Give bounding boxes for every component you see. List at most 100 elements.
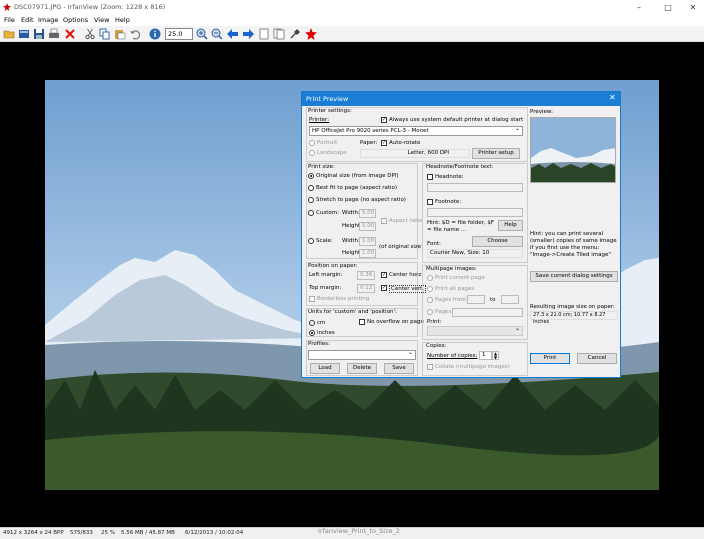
scale-radio[interactable] [308, 238, 314, 244]
scale-height-input[interactable]: 1.00 [359, 249, 376, 258]
toolbar: 25.0 [0, 26, 704, 42]
copy-icon[interactable] [99, 28, 111, 40]
page-icon[interactable] [258, 28, 270, 40]
settings-icon[interactable] [289, 28, 301, 40]
custom-label: Custom: [316, 210, 339, 216]
num-copies-input[interactable]: 1 [479, 351, 492, 360]
scale-width-label: Width: [342, 238, 360, 244]
num-copies-label: Number of copies: [427, 353, 478, 359]
pages-from-radio[interactable] [427, 297, 433, 303]
print-current-page-radio[interactable] [427, 275, 433, 281]
borderless-checkbox[interactable] [309, 296, 315, 302]
zoom-select[interactable]: 25.0 [165, 28, 193, 40]
aspect-ratio-checkbox[interactable]: ✓ [381, 218, 387, 224]
menu-help[interactable]: Help [115, 16, 130, 24]
paste-icon[interactable] [114, 28, 126, 40]
resulting-size-label: Resulting image size on paper: [530, 304, 615, 310]
custom-radio[interactable] [308, 210, 314, 216]
inches-radio[interactable] [309, 330, 315, 336]
center-vert-checkbox[interactable]: ✓ [381, 285, 387, 291]
printer-select[interactable]: HP OfficeJet Pro 9020 series PCL-3 - Mon… [309, 125, 523, 136]
undo-icon[interactable] [129, 28, 141, 40]
landscape-radio[interactable] [309, 150, 315, 156]
profiles-label: Profiles: [308, 341, 330, 347]
pages-to-input[interactable] [501, 295, 519, 304]
footnote-input[interactable] [427, 208, 523, 217]
delete-icon[interactable] [64, 28, 76, 40]
profiles-select[interactable] [308, 349, 416, 360]
print-button[interactable]: Print [530, 353, 570, 364]
save-icon[interactable] [33, 28, 45, 40]
choose-font-button[interactable]: Choose [472, 236, 523, 247]
auto-rotate-checkbox[interactable]: ✓ [381, 140, 387, 146]
thumbnails-icon[interactable] [18, 28, 30, 40]
use-default-printer-checkbox[interactable]: ✓ [381, 117, 387, 123]
original-size-radio[interactable] [308, 173, 314, 179]
center-horz-label: Center horz. [389, 272, 424, 278]
portrait-radio[interactable] [309, 140, 315, 146]
pages-input[interactable] [452, 308, 523, 317]
top-margin-input[interactable]: 0.12 [357, 284, 375, 293]
menu-options[interactable]: Options [63, 16, 88, 24]
original-size-label: Original size (from image DPI) [316, 173, 399, 179]
menu-view[interactable]: View [94, 16, 109, 24]
best-fit-label: Best fit to page (aspect ratio) [316, 185, 398, 191]
hint-text: Hint: $D = file folder, $F = file name .… [427, 220, 494, 233]
scale-width-input[interactable]: 1.00 [359, 237, 376, 246]
print-all-pages-radio[interactable] [427, 286, 433, 292]
copies-spinner[interactable]: ▲ ▼ [492, 351, 499, 360]
custom-width-label: Width: [342, 210, 360, 216]
pages-from-input[interactable] [467, 295, 485, 304]
save-profile-button[interactable]: Save [384, 363, 414, 374]
maximize-button[interactable]: □ [655, 0, 681, 15]
font-value: Courier New, Size: 10 [427, 249, 523, 258]
load-button[interactable]: Load [310, 363, 340, 374]
footnote-label: Footnote: [435, 199, 462, 205]
best-fit-radio[interactable] [308, 185, 314, 191]
menu-image[interactable]: Image [38, 16, 58, 24]
pages-icon[interactable] [273, 28, 285, 40]
close-window-button[interactable]: ✕ [680, 0, 704, 15]
print-icon[interactable] [48, 28, 60, 40]
previous-image-icon[interactable] [227, 28, 239, 40]
save-current-settings-button[interactable]: Save current dialog settings [530, 271, 618, 282]
printer-setup-button[interactable]: Printer setup [472, 148, 520, 159]
collate-checkbox[interactable]: ✓ [427, 364, 433, 370]
print-filter-label: Print: [427, 319, 442, 325]
print-filter-select[interactable] [427, 325, 523, 336]
status-datetime: 6/12/2013 / 10:02:04 [185, 530, 244, 536]
paper-info: Letter, 600 DPI [360, 149, 470, 158]
dialog-close-icon[interactable]: ✕ [609, 93, 616, 102]
status-size: 5.56 MB / 45.87 MB [121, 530, 175, 536]
title-bar: DSC07971.JPG - IrfanView (Zoom: 1228 x 8… [0, 0, 704, 15]
minimize-button[interactable]: – [626, 0, 652, 15]
cancel-button[interactable]: Cancel [577, 353, 617, 364]
copies-label: Copies: [426, 343, 447, 349]
left-margin-input[interactable]: 0.36 [357, 271, 375, 280]
cut-icon[interactable] [84, 28, 96, 40]
custom-width-input[interactable]: 5.00 [359, 209, 376, 218]
menu-file[interactable]: File [4, 16, 15, 24]
menu-edit[interactable]: Edit [21, 16, 34, 24]
headnote-checkbox[interactable] [427, 174, 433, 180]
center-horz-checkbox[interactable]: ✓ [381, 272, 387, 278]
top-margin-label: Top margin: [309, 285, 342, 291]
info-icon[interactable] [149, 28, 161, 40]
no-overflow-checkbox[interactable] [359, 319, 365, 325]
collate-label: Collate (multipage images) [435, 364, 510, 370]
help-button[interactable]: Help [498, 220, 523, 231]
footnote-checkbox[interactable] [427, 199, 433, 205]
cm-radio[interactable] [309, 320, 315, 326]
stretch-radio[interactable] [308, 197, 314, 203]
zoom-in-icon[interactable] [196, 28, 208, 40]
delete-button[interactable]: Delete [347, 363, 377, 374]
headnote-input[interactable] [427, 183, 523, 192]
borderless-label: Borderless printing [317, 296, 370, 302]
next-image-icon[interactable] [242, 28, 254, 40]
use-default-printer-label: Always use system default printer at dia… [389, 117, 524, 123]
pages-radio[interactable] [427, 309, 433, 315]
zoom-out-icon[interactable] [211, 28, 223, 40]
irfanview-icon[interactable] [305, 28, 317, 40]
open-folder-icon[interactable] [3, 28, 15, 40]
custom-height-input[interactable]: 5.00 [359, 222, 376, 231]
